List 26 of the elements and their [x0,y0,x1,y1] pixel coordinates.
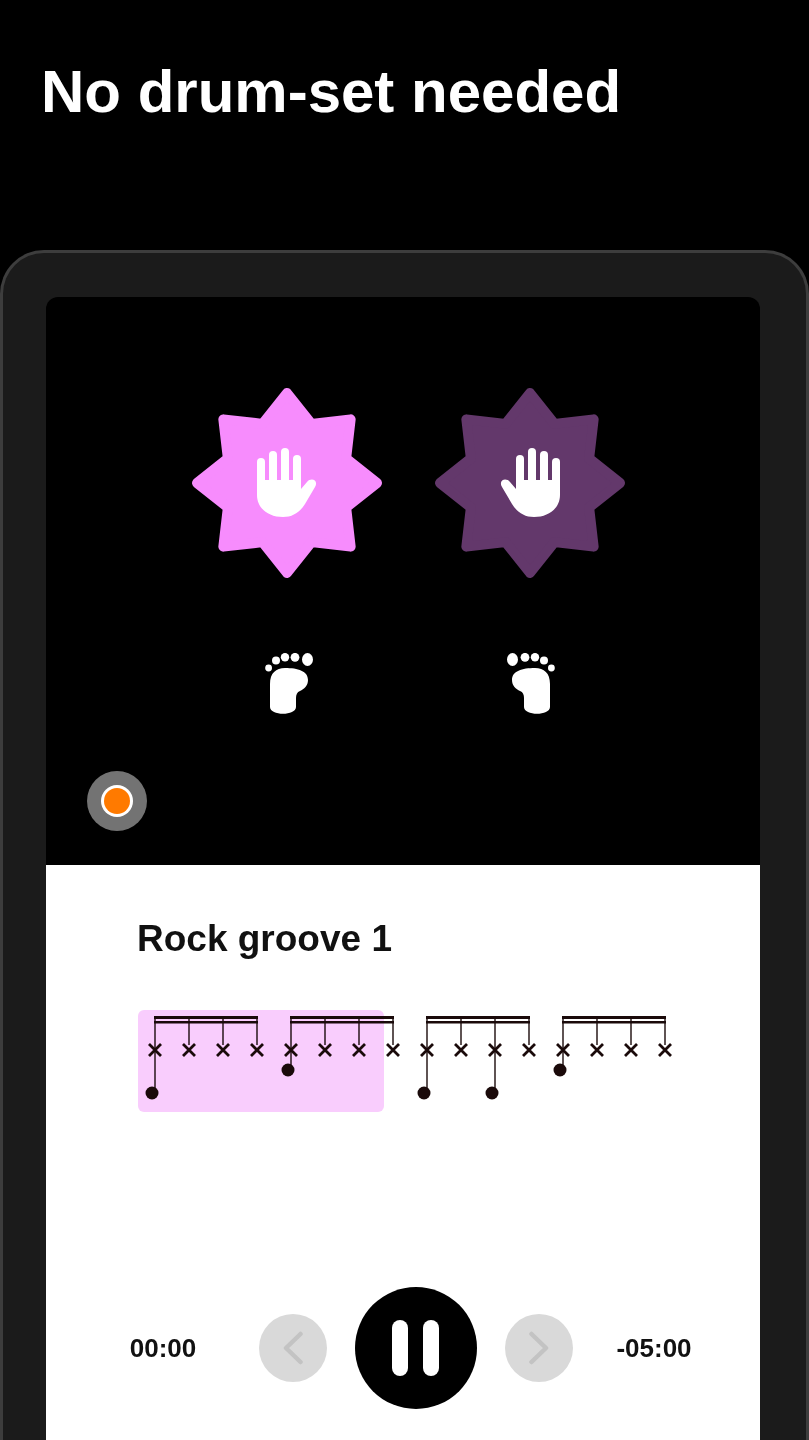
elapsed-time: 00:00 [128,1332,198,1364]
cross-note [385,1018,401,1058]
pause-icon [392,1320,440,1376]
foot-icon[interactable] [505,653,555,715]
cross-note [657,1018,673,1058]
hand-pad[interactable] [432,385,628,581]
hand-icon [500,448,560,517]
cross-note [249,1018,265,1058]
record-button[interactable] [87,771,147,831]
headline: No drum-set needed [41,62,622,122]
cross-note-with-dot [281,1018,299,1077]
cross-note [215,1018,231,1058]
cross-note-with-dot [553,1018,571,1077]
foot-icon[interactable] [265,653,315,715]
hand-pad[interactable] [189,385,385,581]
cross-note [453,1018,469,1058]
cross-note [351,1018,367,1058]
cross-note [181,1018,197,1058]
record-icon [101,785,133,817]
cross-note [521,1018,537,1058]
groove-title: Rock groove 1 [137,920,392,957]
remaining-time: -05:00 [615,1332,693,1364]
cross-note [623,1018,639,1058]
cross-note [317,1018,333,1058]
cross-note [589,1018,605,1058]
hand-icon [257,448,317,517]
